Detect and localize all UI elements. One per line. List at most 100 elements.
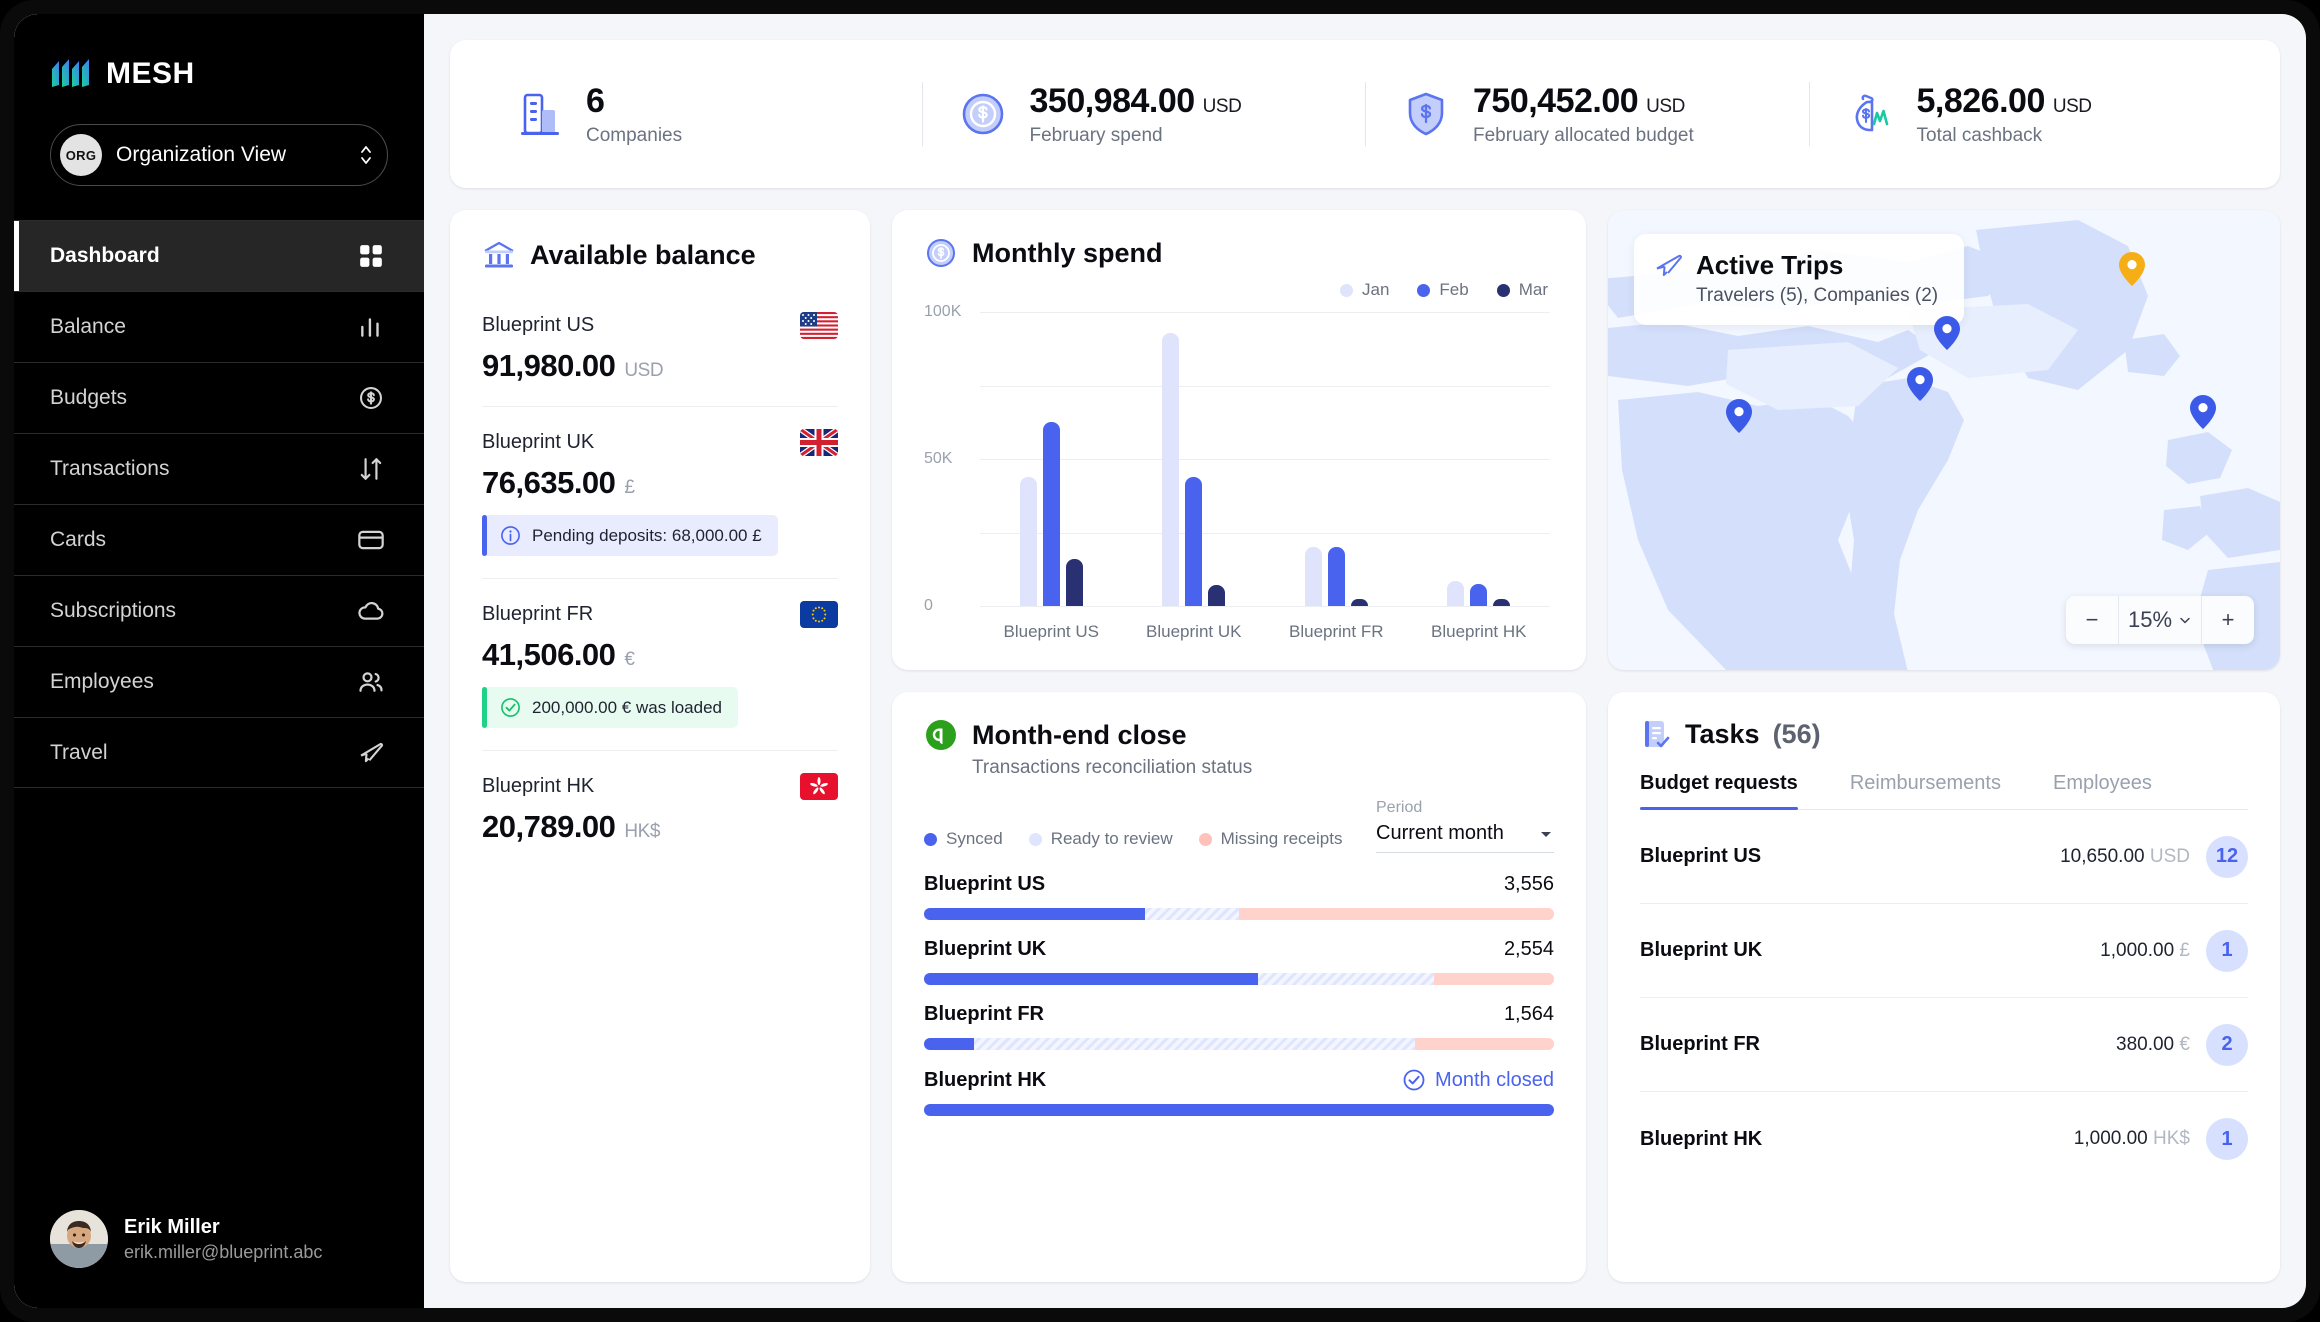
sidebar-item-subscriptions[interactable]: Subscriptions [14,575,424,646]
tab-reimbursements[interactable]: Reimbursements [1850,772,2001,809]
balance-item-uk[interactable]: Blueprint UK 76,635.00 £ Pending deposit… [482,407,838,579]
balance-currency: HK$ [624,821,660,842]
device-frame: MESH ORG Organization View Dashboard Bal… [0,0,2320,1322]
month-end-close-subtitle: Transactions reconciliation status [972,757,1253,778]
bar[interactable] [1327,547,1345,606]
tasks-list: Blueprint US 10,650.00 USD 12 Blueprint UK 1… [1640,810,2248,1186]
zoom-level-select[interactable]: 15% [2118,596,2202,644]
sidebar-item-label: Cards [50,528,107,551]
bar[interactable] [1042,422,1060,606]
task-count-badge: 12 [2206,835,2248,878]
sidebar-item-employees[interactable]: Employees [14,646,424,717]
user-profile[interactable]: Erik Miller erik.miller@blueprint.abc [14,1210,424,1308]
task-row[interactable]: Blueprint UK 1,000.00 £1 [1640,904,2248,998]
people-icon [354,665,388,699]
bar[interactable] [1350,598,1368,606]
chevron-down-icon [1541,831,1551,837]
balance-amount: 91,980.00 [482,348,616,383]
task-amount-value: 10,650.00 [2060,845,2145,867]
sidebar-item-cards[interactable]: Cards [14,504,424,575]
card-title-text: Active Trips [1696,250,1844,280]
balance-item-hk[interactable]: Blueprint HK 20,789.00 HK$ [482,751,838,867]
progress-segment [1415,1038,1554,1050]
check-circle-icon [501,698,520,717]
bar[interactable] [1447,581,1465,606]
task-count-badge: 2 [2206,1023,2248,1066]
organization-switcher[interactable]: ORG Organization View [50,124,388,186]
bar[interactable] [1065,558,1083,606]
tab-budget-requests[interactable]: Budget requests [1640,772,1798,810]
tab-employees[interactable]: Employees [2053,772,2152,809]
reconciliation-progress-bar [924,1038,1554,1050]
bar[interactable] [1162,332,1180,606]
balance-currency: € [624,649,635,670]
map-pin-icon[interactable] [2189,394,2216,429]
bar[interactable] [1019,476,1037,606]
sidebar-item-label: Subscriptions [50,599,177,622]
zoom-out-button[interactable]: − [2066,596,2118,644]
balance-list: Blueprint US 91,980.00 USD Blueprint UK … [482,290,838,867]
monthly-spend-card: Monthly spend Jan Feb Mar 0 50K 100K Blu… [892,210,1586,670]
active-trips-map-card[interactable]: Active Trips Travelers (5), Companies (2… [1608,210,2280,670]
stat-currency: USD [2052,95,2092,117]
map-pin-icon[interactable] [1934,316,1961,351]
zoom-in-button[interactable]: + [2202,596,2254,644]
legend-label: Jan [1362,280,1390,299]
legend-item-missing-receipts: Missing receipts [1198,829,1342,849]
x-axis-tick: Blueprint FR [1289,622,1384,641]
flag-uk-icon [800,429,838,456]
balance-name: Blueprint UK [482,431,595,453]
balance-currency: USD [624,360,664,381]
task-row[interactable]: Blueprint US 10,650.00 USD 12 [1640,810,2248,904]
month-end-legend: Synced Ready to review Missing receipts [924,829,1376,853]
org-badge: ORG [60,134,102,176]
sidebar-item-travel[interactable]: Travel [14,717,424,788]
sidebar-item-budgets[interactable]: Budgets [14,362,424,433]
sidebar-item-label: Balance [50,315,126,338]
sidebar-item-dashboard[interactable]: Dashboard [14,220,424,291]
progress-segment [1257,973,1435,985]
column-balance: Available balance Blueprint US 91,980.00… [450,210,870,1282]
bar[interactable] [1470,583,1488,606]
map-zoom-controls[interactable]: − 15% + [2066,596,2254,644]
bar[interactable] [1185,476,1203,606]
task-row[interactable]: Blueprint FR 380.00 €2 [1640,998,2248,1092]
balance-item-us[interactable]: Blueprint US 91,980.00 USD [482,290,838,407]
task-row[interactable]: Blueprint HK 1,000.00 HK$ 1 [1640,1092,2248,1186]
period-filter[interactable]: Period Current month [1376,799,1554,853]
app-logo: MESH [50,52,388,96]
info-icon [501,526,520,545]
bar[interactable] [1493,598,1511,606]
legend-dot [1340,283,1353,297]
month-end-row[interactable]: Blueprint FR 1,564 [924,1003,1554,1050]
month-end-row-head: Blueprint FR 1,564 [924,1003,1554,1026]
balance-item-fr[interactable]: Blueprint FR 41,506.00 € 200,000.00 € wa… [482,579,838,751]
progress-segment [1239,908,1554,920]
bar[interactable] [1304,547,1322,606]
sidebar-item-balance[interactable]: Balance [14,291,424,362]
task-count-badge: 1 [2206,929,2248,972]
gridline [980,606,1550,607]
period-select[interactable]: Current month [1376,822,1554,853]
tasks-count: (56) [1772,718,1821,749]
sidebar-item-transactions[interactable]: Transactions [14,433,424,504]
month-end-row-head: Blueprint US 3,556 [924,873,1554,896]
legend-item-synced: Synced [924,829,1003,849]
map-pin-icon[interactable] [1726,399,1753,434]
stat-currency: USD [1202,95,1242,117]
month-end-row[interactable]: Blueprint UK 2,554 [924,938,1554,985]
balance-amount: 41,506.00 [482,637,616,672]
stat-february-spend: 350,984.00 USD February spend [922,82,1366,147]
task-amount-value: 1,000.00 [2073,1128,2148,1149]
month-end-row[interactable]: Blueprint US 3,556 [924,873,1554,920]
bar[interactable] [1208,585,1226,606]
map-pin-icon[interactable] [1907,366,1934,401]
month-end-row-head: Blueprint UK 2,554 [924,938,1554,961]
month-end-row[interactable]: Blueprint HK Month closed [924,1068,1554,1116]
legend-label: Mar [1518,280,1548,299]
chart-bars [980,312,1550,606]
plane-icon [1656,254,1682,276]
map-pin-icon[interactable] [2119,251,2146,286]
chevron-updown-icon [361,146,371,164]
y-axis-tick: 100K [924,303,962,320]
